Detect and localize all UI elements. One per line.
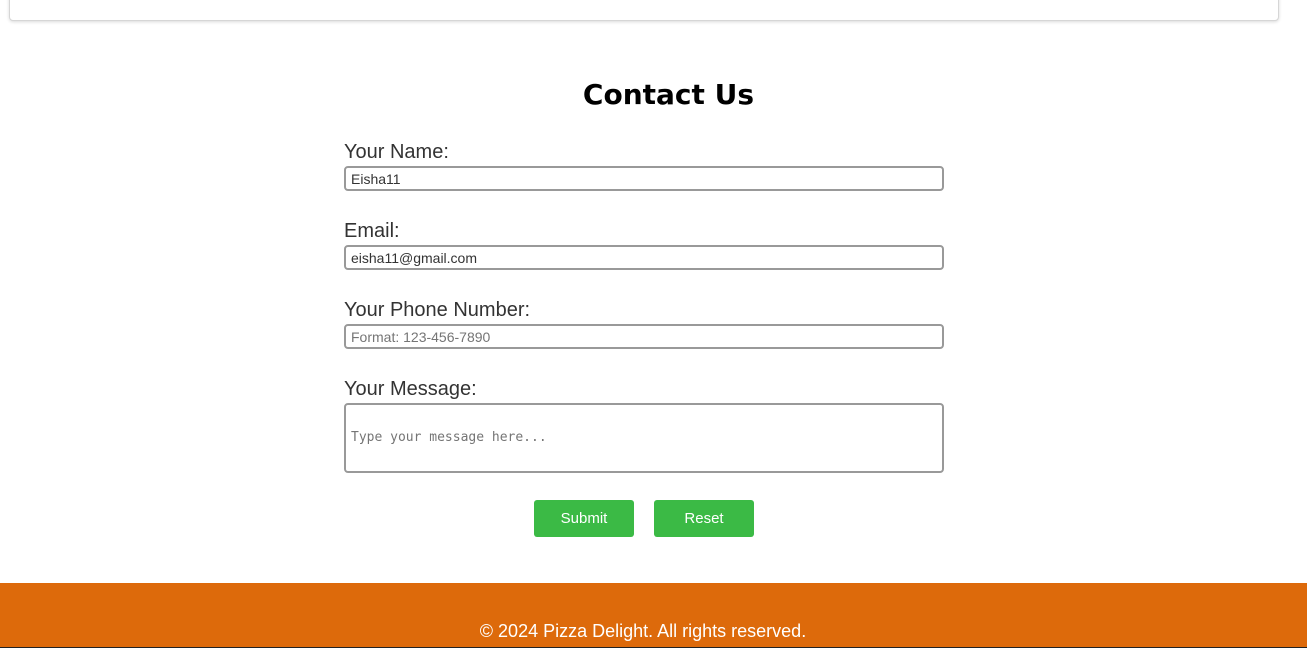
name-input[interactable]	[344, 166, 944, 191]
copyright-text: © 2024 Pizza Delight. All rights reserve…	[479, 621, 807, 641]
phone-input[interactable]	[344, 324, 944, 349]
submit-button[interactable]: Submit	[534, 500, 634, 537]
contact-form: Your Name: Email: Your Phone Number: You…	[344, 139, 944, 473]
message-textarea[interactable]	[344, 403, 944, 473]
email-input[interactable]	[344, 245, 944, 270]
phone-label: Your Phone Number:	[344, 299, 531, 321]
email-label: Email:	[344, 220, 400, 242]
page-title: Contact Us	[582, 78, 755, 111]
message-label: Your Message:	[344, 378, 477, 400]
footer: © 2024 Pizza Delight. All rights reserve…	[0, 583, 1307, 648]
name-label: Your Name:	[344, 141, 449, 163]
reset-button[interactable]: Reset	[654, 500, 754, 537]
form-buttons: Submit Reset	[534, 500, 754, 537]
top-card	[9, 0, 1279, 21]
